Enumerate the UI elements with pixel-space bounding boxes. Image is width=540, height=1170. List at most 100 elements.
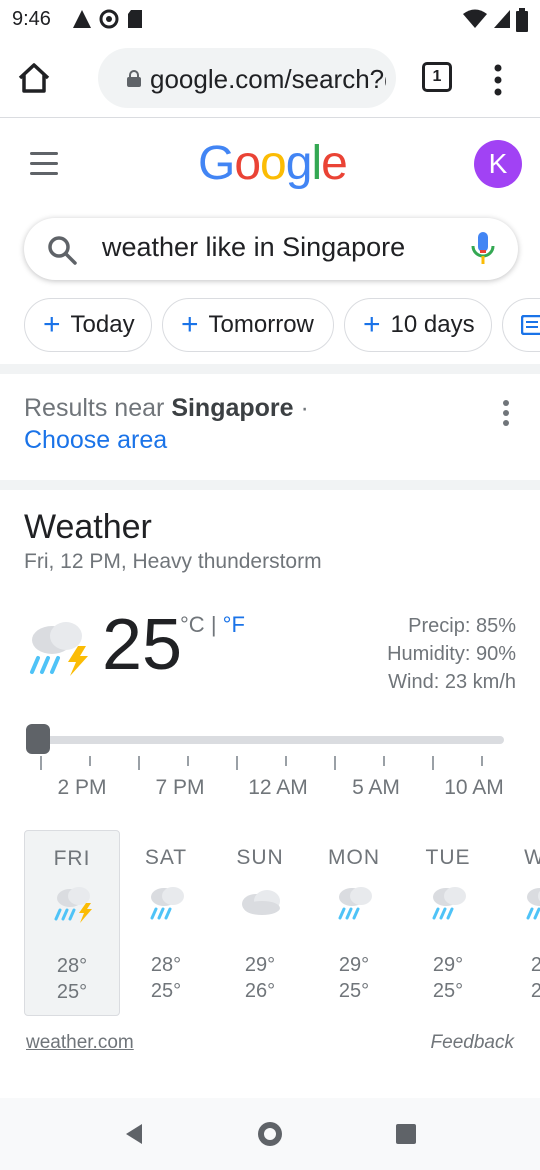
hourly-timeline[interactable]: 2 PM 7 PM 12 AM 5 AM 10 AM xyxy=(24,724,510,810)
day-forecast-mon[interactable]: MON 29° 25° xyxy=(306,830,402,1016)
wifi-icon xyxy=(463,9,487,28)
logo-letter: l xyxy=(311,137,322,190)
day-low-temp: 25° xyxy=(56,981,88,1003)
plus-icon: + xyxy=(181,308,199,341)
choose-area-link[interactable]: Choose area xyxy=(24,426,167,455)
day-high-temp: 29 xyxy=(530,954,540,976)
feedback-link[interactable]: Feedback xyxy=(431,1032,514,1054)
timeline-label: 5 AM xyxy=(352,776,400,799)
weather-subtitle: Fri, 12 PM, Heavy thunderstorm xyxy=(24,550,322,573)
thunderstorm-icon xyxy=(30,622,88,676)
day-name: FRI xyxy=(53,847,91,870)
unit-separator: | xyxy=(210,612,217,637)
day-high-temp: 28° xyxy=(150,954,182,976)
chip-news[interactable] xyxy=(502,298,540,352)
unit-fahrenheit[interactable]: °F xyxy=(223,612,245,637)
chip-today[interactable]: + Today xyxy=(24,298,152,352)
day-forecast-tue[interactable]: TUE 29° 25° xyxy=(400,830,496,1016)
hamburger-menu-icon[interactable] xyxy=(30,152,58,176)
weather-title: Weather xyxy=(24,508,152,546)
url-bar[interactable]: google.com/search?q xyxy=(98,48,396,108)
day-name: SUN xyxy=(236,846,284,869)
day-low-temp: 25° xyxy=(150,980,182,1002)
day-high-temp: 29° xyxy=(338,954,370,976)
day-name: WE xyxy=(524,846,540,869)
results-near-section: Results near Singapore · Choose area xyxy=(0,372,540,482)
microphone-icon[interactable] xyxy=(470,230,496,268)
google-header: Google K xyxy=(0,118,540,218)
alert-icon xyxy=(73,10,91,28)
divider xyxy=(0,480,540,490)
day-forecast-we[interactable]: WE 29 26 xyxy=(494,830,540,1016)
timeline-label: 10 AM xyxy=(444,776,504,799)
browser-toolbar: google.com/search?q 1 xyxy=(0,40,540,118)
timeline-tick xyxy=(432,756,434,770)
day-forecast-sat[interactable]: SAT 28° 25° xyxy=(118,830,214,1016)
logo-letter: g xyxy=(285,137,313,190)
chip-10-days[interactable]: + 10 days xyxy=(344,298,492,352)
logo-letter: o xyxy=(260,137,287,190)
results-near-text: Results near Singapore · xyxy=(24,394,309,423)
lock-icon xyxy=(127,70,141,87)
day-high-temp: 28° xyxy=(56,955,88,977)
day-forecast-sun[interactable]: SUN 29° 26° xyxy=(212,830,308,1016)
filter-chips: + Today + Tomorrow + 10 days xyxy=(0,298,540,354)
weather-source-link[interactable]: weather.com xyxy=(26,1032,134,1054)
results-near-separator: · xyxy=(300,394,309,422)
weather-details: Precip: 85% Humidity: 90% Wind: 23 km/h xyxy=(387,612,516,696)
timeline-handle[interactable] xyxy=(26,724,50,754)
rain-cloud-icon xyxy=(338,887,372,920)
current-temperature: 25 xyxy=(102,605,183,685)
more-options-icon[interactable] xyxy=(500,400,512,430)
day-low-temp: 26° xyxy=(244,980,276,1002)
back-icon[interactable] xyxy=(122,1122,146,1146)
search-box[interactable]: weather like in Singapore xyxy=(24,218,518,280)
battery-icon xyxy=(516,8,528,32)
status-bar: 9:46 xyxy=(0,0,540,40)
url-text: google.com/search?q xyxy=(150,64,386,94)
timeline-tick xyxy=(236,756,238,770)
daily-forecast: FRI 28° 25° SAT 28° 25° SUN 29° 26° MON 29° 25° TUE 2… xyxy=(24,830,540,1020)
system-navigation-bar xyxy=(0,1098,540,1170)
chip-tomorrow[interactable]: + Tomorrow xyxy=(162,298,334,352)
more-vert-icon[interactable] xyxy=(488,60,508,100)
timeline-tick xyxy=(187,756,189,766)
thunderstorm-icon xyxy=(54,887,92,923)
timeline-tick xyxy=(285,756,287,766)
sd-card-icon xyxy=(128,10,142,28)
day-name: TUE xyxy=(425,846,471,869)
timeline-tick xyxy=(481,756,483,766)
wind-value: Wind: 23 km/h xyxy=(388,671,516,693)
logo-letter: G xyxy=(198,137,235,190)
timeline-track[interactable] xyxy=(38,736,504,744)
recents-icon[interactable] xyxy=(394,1122,418,1146)
status-time: 9:46 xyxy=(12,8,51,30)
rain-cloud-icon xyxy=(432,887,466,920)
unit-toggle: °C | °F xyxy=(180,612,245,638)
day-name: MON xyxy=(328,846,380,869)
unit-celsius[interactable]: °C xyxy=(180,612,205,637)
news-icon xyxy=(521,315,540,335)
timeline-tick xyxy=(383,756,385,766)
tab-switcher-button[interactable]: 1 xyxy=(422,62,452,92)
day-forecast-fri[interactable]: FRI 28° 25° xyxy=(24,830,120,1016)
day-high-temp: 29° xyxy=(432,954,464,976)
search-icon xyxy=(48,236,77,265)
home-nav-icon[interactable] xyxy=(256,1120,284,1148)
results-near-prefix: Results near xyxy=(24,394,165,422)
timeline-tick xyxy=(40,756,42,770)
results-near-place: Singapore xyxy=(171,394,294,422)
day-name: SAT xyxy=(144,846,188,869)
cloudy-icon xyxy=(242,890,280,915)
google-logo[interactable]: Google xyxy=(198,136,348,191)
search-input[interactable]: weather like in Singapore xyxy=(102,232,405,263)
signal-icon xyxy=(494,10,510,28)
chip-label: Tomorrow xyxy=(208,311,314,338)
plus-icon: + xyxy=(363,308,381,341)
avatar[interactable]: K xyxy=(474,140,522,188)
day-low-temp: 25° xyxy=(338,980,370,1002)
humidity-value: Humidity: 90% xyxy=(387,643,516,665)
home-icon[interactable] xyxy=(14,58,54,98)
timeline-label: 7 PM xyxy=(155,776,205,799)
rain-cloud-icon xyxy=(526,888,540,920)
